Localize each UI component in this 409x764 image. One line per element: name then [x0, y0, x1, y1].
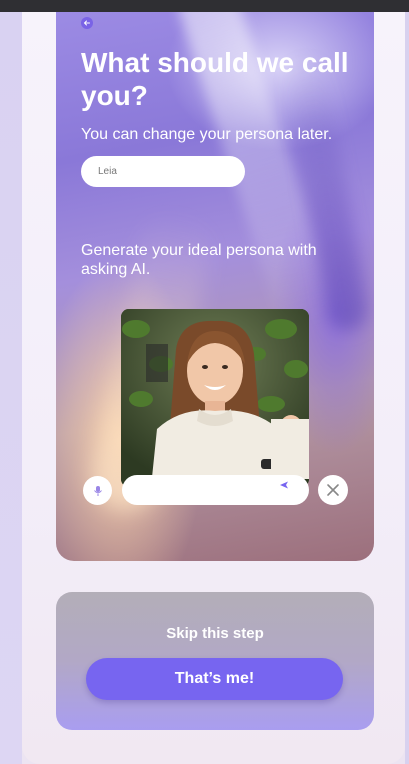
close-icon — [327, 484, 339, 496]
microphone-button[interactable] — [83, 476, 112, 505]
page-subtitle: You can change your persona later. — [81, 126, 333, 143]
page-title: What should we call you? — [81, 47, 349, 111]
arrow-left-icon — [83, 20, 90, 26]
skip-step-link[interactable]: Skip this step — [56, 625, 374, 642]
confirm-button[interactable]: That’s me! — [86, 658, 343, 700]
background-left-edge — [0, 12, 22, 764]
background-right-edge — [405, 12, 409, 764]
persona-photo-illustration — [121, 309, 309, 487]
back-button[interactable] — [81, 17, 93, 29]
generate-persona-text: Generate your ideal persona with asking … — [81, 242, 317, 278]
persona-name-input[interactable] — [81, 156, 245, 187]
window-top-bar — [0, 0, 409, 12]
close-button[interactable] — [318, 475, 348, 505]
persona-photo — [121, 309, 309, 487]
send-icon[interactable] — [279, 480, 289, 490]
microphone-icon — [93, 485, 102, 496]
